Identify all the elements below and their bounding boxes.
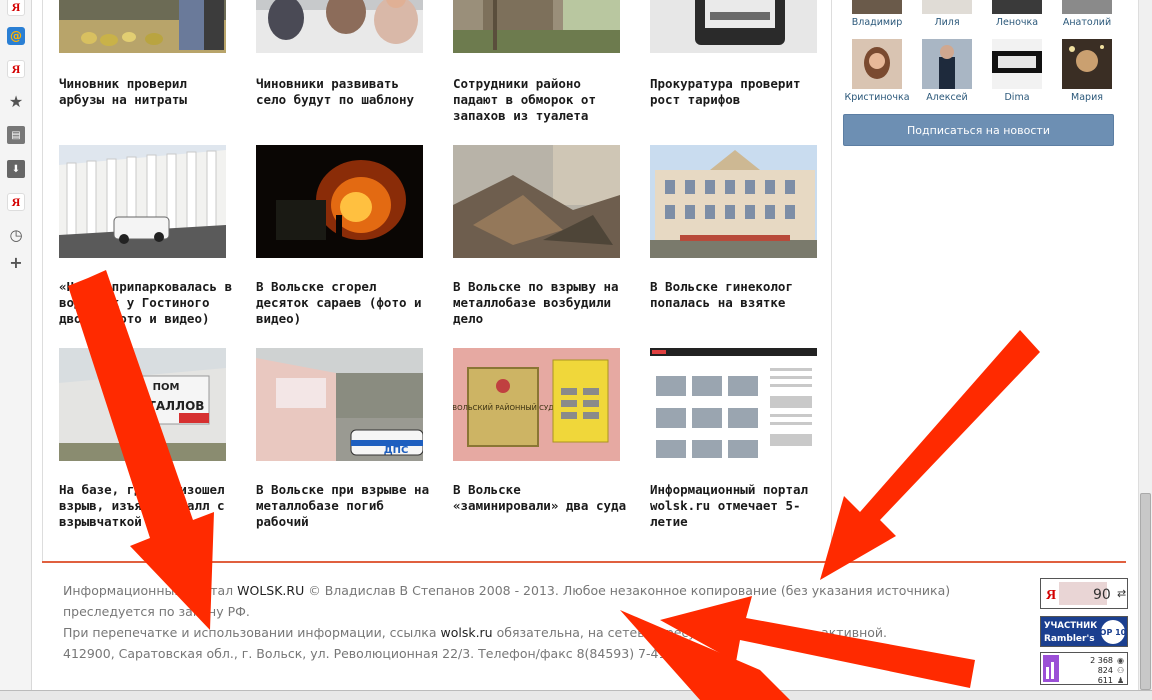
liveinternet-views: 2 368 bbox=[1090, 656, 1113, 665]
content-border bbox=[831, 0, 832, 562]
yandex-icon[interactable]: Я bbox=[7, 0, 25, 16]
avatar[interactable] bbox=[852, 39, 902, 89]
news-thumb[interactable] bbox=[453, 0, 620, 53]
browser-sidebar: Я @ Я ★ ▤ ⬇ Я ◷ + bbox=[0, 0, 32, 690]
friend-name[interactable]: Мария bbox=[1052, 92, 1122, 103]
footer-text: обязательна, на сетевых ресурсах должна … bbox=[492, 625, 888, 640]
news-caption[interactable]: Прокуратура проверит рост тарифов bbox=[650, 76, 825, 108]
browser-status-bar bbox=[0, 690, 1152, 700]
yandex-counter-value: 90 bbox=[1093, 587, 1111, 603]
footer-copyright: Информационный портал WOLSK.RU © Владисл… bbox=[63, 580, 1023, 664]
news-thumb[interactable] bbox=[256, 0, 423, 53]
news-caption[interactable]: Чиновники развивать село будут по шаблон… bbox=[256, 76, 431, 108]
friend-item[interactable]: Владимир bbox=[842, 0, 912, 28]
news-thumb[interactable] bbox=[453, 145, 620, 258]
liveinternet-visitors: 824 bbox=[1098, 666, 1113, 675]
friend-name[interactable]: Владимир bbox=[842, 17, 912, 28]
liveinternet-online: 611 bbox=[1098, 676, 1113, 684]
friend-name[interactable]: Анатолий bbox=[1052, 17, 1122, 28]
yandex-icon[interactable]: Я bbox=[7, 60, 25, 78]
news-thumb[interactable]: ВОЛЬСКИЙ РАЙОННЫЙ СУД bbox=[453, 348, 620, 461]
browser-window: Я @ Я ★ ▤ ⬇ Я ◷ + Чиновник проверил арбу… bbox=[0, 0, 1152, 700]
svg-text:♟: ♟ bbox=[1117, 676, 1124, 684]
rambler-top100-counter[interactable]: УЧАСТНИК Rambler's TOP 100 bbox=[1040, 616, 1132, 647]
avatar[interactable] bbox=[1062, 0, 1112, 14]
friend-name[interactable]: Лиля bbox=[912, 17, 982, 28]
yandex-counter-letter: Я bbox=[1046, 588, 1056, 603]
news-caption[interactable]: В Вольске «заминировали» два суда bbox=[453, 482, 628, 514]
subscribe-button[interactable]: Подписаться на новости bbox=[843, 114, 1114, 146]
thumb-court-text: ВОЛЬСКИЙ РАЙОННЫЙ СУД bbox=[453, 403, 554, 412]
content-border bbox=[42, 0, 43, 562]
thumb-sign-text: ПОМ bbox=[153, 382, 180, 393]
footer-site-link[interactable]: WOLSK.RU bbox=[237, 583, 304, 598]
news-thumb[interactable] bbox=[650, 0, 817, 53]
download-icon[interactable]: ⬇ bbox=[7, 160, 25, 178]
friend-item[interactable]: Мария bbox=[1052, 39, 1122, 103]
news-thumb[interactable]: ПОМ МЕТАЛЛОВ bbox=[59, 348, 226, 461]
news-caption[interactable]: Чиновник проверил арбузы на нитраты bbox=[59, 76, 234, 108]
news-thumb[interactable]: ДПС bbox=[256, 348, 423, 461]
thumb-police-text: ДПС bbox=[384, 445, 409, 456]
history-icon[interactable]: ◷ bbox=[7, 226, 25, 244]
svg-text:◉: ◉ bbox=[1117, 656, 1124, 665]
friend-item[interactable]: Dima bbox=[982, 39, 1052, 103]
avatar[interactable] bbox=[922, 0, 972, 14]
news-caption[interactable]: Информационный портал wolsk.ru отмечает … bbox=[650, 482, 825, 530]
star-icon[interactable]: ★ bbox=[7, 92, 25, 111]
friend-item[interactable]: Лиля bbox=[912, 0, 982, 28]
avatar[interactable] bbox=[992, 39, 1042, 89]
friend-item[interactable]: Леночка bbox=[982, 0, 1052, 28]
footer-divider bbox=[42, 561, 1126, 563]
liveinternet-counter[interactable]: 2 368 824 611 ◉ ⚇ ♟ bbox=[1040, 652, 1128, 685]
news-thumb[interactable] bbox=[650, 348, 817, 461]
rambler-badge: TOP 100 bbox=[1094, 628, 1127, 637]
yandex-counter[interactable]: Я 90 ⇄ bbox=[1040, 578, 1128, 609]
footer-text: При перепечатке и использовании информац… bbox=[63, 625, 441, 640]
avatar[interactable] bbox=[992, 0, 1042, 14]
mail-icon[interactable]: @ bbox=[7, 27, 25, 45]
thumb-sign-text: МЕТАЛЛОВ bbox=[128, 399, 205, 413]
footer-site-link[interactable]: wolsk.ru bbox=[440, 625, 492, 640]
news-caption[interactable]: В Вольске гинеколог попалась на взятке bbox=[650, 279, 825, 311]
avatar[interactable] bbox=[1062, 39, 1112, 89]
friend-name[interactable]: Dima bbox=[982, 92, 1052, 103]
arrow-down-left bbox=[820, 330, 1040, 580]
news-thumb[interactable] bbox=[650, 145, 817, 258]
avatar[interactable] bbox=[922, 39, 972, 89]
rambler-label: УЧАСТНИК bbox=[1044, 621, 1097, 631]
footer-text: Информационный портал bbox=[63, 583, 238, 598]
svg-text:⚇: ⚇ bbox=[1117, 666, 1124, 675]
notes-icon[interactable]: ▤ bbox=[7, 126, 25, 144]
news-caption[interactable]: В Вольске по взрыву на металлобазе возбу… bbox=[453, 279, 628, 327]
news-caption[interactable]: Сотрудники районо падают в обморок от за… bbox=[453, 76, 628, 124]
friend-name[interactable]: Кристиночка bbox=[842, 92, 912, 103]
footer-address: 412900, Саратовская обл., г. Вольск, ул.… bbox=[63, 646, 687, 661]
svg-text:⇄: ⇄ bbox=[1117, 587, 1126, 600]
news-caption[interactable]: «Нива» припарковалась в водосток у Гости… bbox=[59, 279, 234, 327]
friend-item[interactable]: Анатолий bbox=[1052, 0, 1122, 28]
news-caption[interactable]: В Вольске при взрыве на металлобазе поги… bbox=[256, 482, 431, 530]
news-thumb[interactable] bbox=[59, 145, 226, 258]
friend-name[interactable]: Леночка bbox=[982, 17, 1052, 28]
yandex-icon[interactable]: Я bbox=[7, 193, 25, 211]
news-caption[interactable]: На базе, где произошел взрыв, изъяли мет… bbox=[59, 482, 234, 530]
add-icon[interactable]: + bbox=[7, 253, 25, 272]
news-thumb[interactable] bbox=[256, 145, 423, 258]
friend-name[interactable]: Алексей bbox=[912, 92, 982, 103]
news-caption[interactable]: В Вольске сгорел десяток сараев (фото и … bbox=[256, 279, 431, 327]
scrollbar-thumb[interactable] bbox=[1140, 493, 1151, 690]
avatar[interactable] bbox=[852, 0, 902, 14]
rambler-brand: Rambler's bbox=[1044, 634, 1095, 644]
friend-item[interactable]: Алексей bbox=[912, 39, 982, 103]
news-thumb[interactable] bbox=[59, 0, 226, 53]
friend-item[interactable]: Кристиночка bbox=[842, 39, 912, 103]
